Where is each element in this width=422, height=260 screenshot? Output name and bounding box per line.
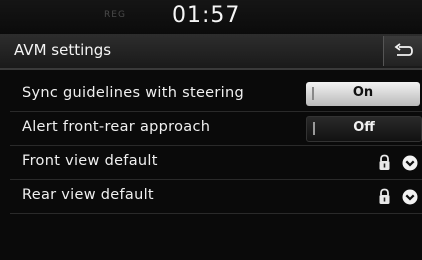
status-bar: REG 01:57 — [0, 0, 422, 34]
alert-approach-value: Off — [353, 120, 375, 135]
front-view-label: Front view default — [22, 153, 158, 169]
alert-approach-label: Alert front-rear approach — [22, 119, 211, 135]
chevron-down-icon[interactable] — [402, 189, 418, 205]
rear-view-label: Rear view default — [22, 187, 154, 203]
back-arrow-icon — [394, 43, 413, 56]
setting-row-alert-approach[interactable]: Alert front-rear approach Off — [10, 112, 422, 146]
header-bar: AVM settings — [0, 34, 422, 70]
chevron-down-icon[interactable] — [402, 155, 418, 171]
setting-row-rear-view[interactable]: Rear view default — [10, 180, 422, 214]
settings-list: Sync guidelines with steering On Alert f… — [10, 78, 422, 214]
clock: 01:57 — [172, 3, 241, 28]
alert-approach-toggle[interactable]: Off — [306, 116, 422, 142]
page-title: AVM settings — [14, 41, 112, 59]
setting-row-front-view[interactable]: Front view default — [10, 146, 422, 180]
back-button[interactable] — [383, 36, 422, 66]
setting-row-sync-guidelines[interactable]: Sync guidelines with steering On — [10, 78, 422, 112]
lock-icon — [379, 188, 390, 204]
sync-guidelines-toggle[interactable]: On — [306, 82, 420, 106]
sync-guidelines-label: Sync guidelines with steering — [22, 85, 244, 101]
sync-guidelines-value: On — [352, 85, 374, 100]
lock-icon — [379, 154, 390, 170]
status-indicator: REG — [104, 10, 126, 20]
